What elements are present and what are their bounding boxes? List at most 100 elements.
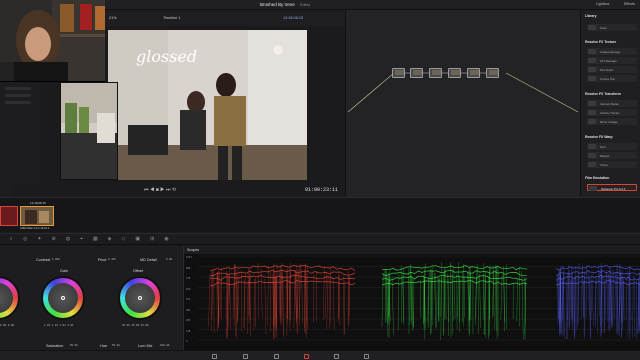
tool-icons[interactable]: ◐◎✦⊕◍⌖▦◈◇▣⊞◉: [10, 236, 179, 242]
effects-library: Library Grain Resolve FX Texture Analog …: [580, 10, 640, 200]
viewer-header: Timeline 1 21% 13:48:08:15: [105, 10, 345, 26]
fx-thumb-icon: [588, 25, 596, 30]
node-02[interactable]: [410, 68, 423, 78]
section-texture: Resolve FX Texture: [585, 40, 617, 44]
reference-still: [60, 82, 118, 180]
gain-wheel[interactable]: [41, 276, 85, 320]
node-06[interactable]: [486, 68, 499, 78]
contrast-label: Contrast: [36, 258, 51, 262]
library-item[interactable]: Mirror Collage: [587, 118, 637, 125]
fx-thumb-icon: [588, 110, 596, 115]
transport-bar: ⏮ ◀ ■ ▶ ⏭ ⟲ 01:00:23:11: [12, 185, 342, 197]
scopes-header: Scopes: [184, 246, 640, 254]
library-item[interactable]: Vortex: [587, 161, 637, 168]
scopes-panel: Scopes 1023 896 768 640 512 384 256 128 0: [183, 246, 640, 350]
media-page-icon[interactable]: [212, 353, 217, 359]
gamma-wheel[interactable]: [0, 276, 20, 320]
library-item-label: Grain: [600, 25, 607, 30]
green-channel-trace: [381, 262, 528, 340]
fx-button[interactable]: Effects: [624, 2, 635, 6]
video-frame[interactable]: glossed: [108, 30, 307, 180]
clip-thumb-current[interactable]: [20, 206, 54, 226]
node-03[interactable]: [429, 68, 442, 78]
library-item[interactable]: Dent: [587, 143, 637, 150]
clip-name: ILIBH Main 4-3-2 12-16-1: [20, 227, 50, 230]
hue-value[interactable]: 50.00: [112, 344, 120, 347]
node-graph[interactable]: [345, 10, 580, 200]
library-item-selected[interactable]: Dehancer Pro 6.2.0: [587, 184, 637, 191]
fx-thumb-icon: [588, 49, 596, 54]
gain-label: Gain: [60, 269, 69, 273]
svg-text:glossed: glossed: [136, 47, 197, 66]
color-wheels-panel: Contrast 1.000 Pivot 0.435 MD Detail 0.0…: [0, 246, 182, 360]
offset-wheel[interactable]: [118, 276, 162, 320]
project-name: Brushed By Irene: [260, 2, 295, 7]
color-tool-strip: ◐◎✦⊕◍⌖▦◈◇▣⊞◉: [0, 233, 640, 245]
fx-thumb-icon: [589, 186, 597, 191]
rgb-parade: [198, 255, 640, 341]
node-05[interactable]: [467, 68, 480, 78]
cut-page-icon[interactable]: [243, 353, 248, 359]
library-item[interactable]: Texture Pop: [587, 75, 637, 82]
library-item[interactable]: Ripples: [587, 152, 637, 159]
library-item[interactable]: Camera Shake: [587, 100, 637, 107]
clip-thumb-prev[interactable]: [0, 206, 18, 226]
timeline-selector[interactable]: Timeline 1: [163, 16, 180, 20]
saturation-label: Saturation: [46, 344, 64, 348]
fx-thumb-icon: [588, 67, 596, 72]
offset-values[interactable]: 25.00 25.00 25.00: [122, 324, 148, 327]
fx-thumb-icon: [588, 101, 596, 106]
offset-label: Offset: [133, 269, 144, 273]
webcam-overlay: [0, 0, 105, 82]
presenter-photo: [0, 0, 105, 81]
blue-channel-trace: [555, 262, 640, 340]
saturation-value[interactable]: 50.00: [70, 344, 78, 347]
library-item[interactable]: Grain: [587, 24, 637, 31]
viewer-zoom[interactable]: 21%: [109, 16, 117, 20]
library-item[interactable]: Film Damage: [587, 57, 637, 64]
clip-strip: 13:48:08:15 ILIBH Main 4-3-2 12-16-1: [0, 197, 640, 232]
section-transform: Resolve FX Transform: [585, 92, 621, 96]
playhead-timecode: 01:00:23:11: [304, 187, 338, 193]
clip-timecode: 13:48:08:15: [30, 201, 46, 205]
red-channel-trace: [208, 262, 356, 340]
node-04[interactable]: [448, 68, 461, 78]
gain-values[interactable]: 1.01 1.01 1.01 1.01: [44, 324, 74, 327]
panel-row: [5, 87, 31, 90]
play-controls[interactable]: ⏮ ◀ ■ ▶ ⏭ ⟲: [144, 187, 176, 193]
library-item[interactable]: Film Grain: [587, 66, 637, 73]
section-film-emulation: Film Emulation: [585, 176, 610, 180]
fx-thumb-icon: [588, 144, 596, 149]
source-timecode: 13:48:08:15: [283, 16, 304, 20]
library-tab[interactable]: Library: [585, 14, 597, 18]
node-01[interactable]: [392, 68, 405, 78]
library-item[interactable]: Analog Damage: [587, 48, 637, 55]
fx-thumb-icon: [588, 58, 596, 63]
fx-thumb-icon: [588, 162, 596, 167]
lum-mix-label: Lum Mix: [138, 344, 153, 348]
panel-row: [5, 101, 31, 104]
project-state: Edited: [300, 3, 311, 7]
fx-thumb-icon: [588, 119, 596, 124]
contrast-value[interactable]: 1.000: [52, 258, 60, 261]
salon-shot: glossed: [108, 30, 307, 180]
scopes-title: Scopes: [187, 248, 199, 252]
deliver-page-icon[interactable]: [364, 353, 369, 359]
color-page-icon[interactable]: [304, 353, 309, 359]
fairlight-page-icon[interactable]: [334, 353, 339, 359]
lightbox-button[interactable]: Lightbox: [596, 2, 610, 6]
page-bar: [0, 350, 640, 360]
fx-thumb-icon: [588, 153, 596, 158]
md-value[interactable]: 0.00: [166, 258, 172, 261]
pivot-label: Pivot: [98, 258, 107, 262]
panel-row: [5, 94, 31, 97]
edit-page-icon[interactable]: [274, 353, 279, 359]
reference-image: [61, 83, 117, 179]
section-warp: Resolve FX Warp: [585, 135, 613, 139]
fx-thumb-icon: [588, 76, 596, 81]
library-item[interactable]: Surface Tracker: [587, 109, 637, 116]
lum-mix-value[interactable]: 100.00: [160, 344, 169, 347]
pivot-value[interactable]: 0.435: [108, 258, 116, 261]
gamma-values[interactable]: 0.00 0.00: [0, 324, 14, 327]
project-title: Brushed By Irene Edited: [260, 2, 310, 7]
